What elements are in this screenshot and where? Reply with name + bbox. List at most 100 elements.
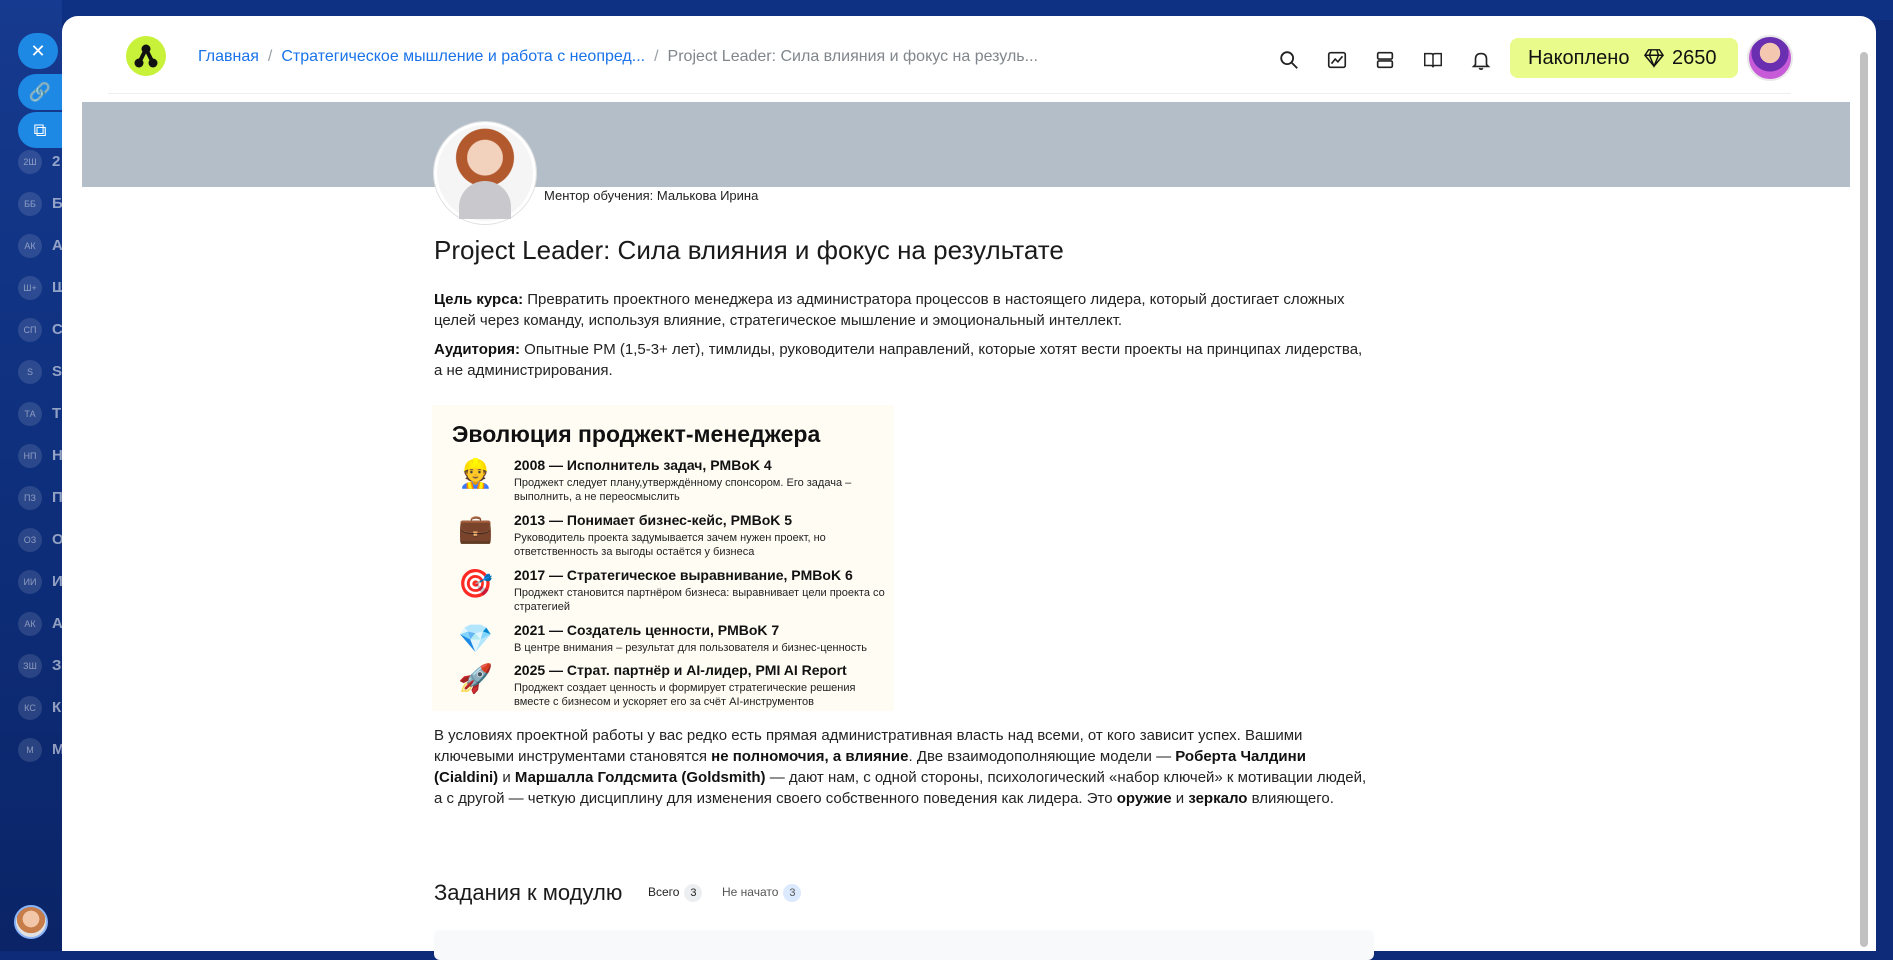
- tab-not-started[interactable]: Не начато 3: [722, 884, 802, 902]
- sidebar-avatar[interactable]: КС: [18, 696, 42, 720]
- sidebar-avatar[interactable]: ТА: [18, 402, 42, 426]
- breadcrumb-home[interactable]: Главная: [198, 48, 259, 65]
- course-goal: Цель курса: Превратить проектного менедж…: [434, 289, 1374, 331]
- scrollbar[interactable]: [1860, 52, 1868, 947]
- accumulated-label: Накоплено: [1528, 47, 1630, 69]
- header-divider: [108, 93, 1791, 94]
- infographic-title: Эволюция проджект-менеджера: [452, 421, 821, 447]
- item-description: В центре внимания – результат для пользо…: [514, 642, 868, 654]
- item-description: Проджект становится партнёром бизнеса: в…: [514, 587, 885, 613]
- sidebar-avatar[interactable]: М: [18, 738, 42, 762]
- current-user-avatar[interactable]: [14, 905, 48, 939]
- sidebar-label: З: [52, 657, 62, 674]
- tab-all-label: Всего: [648, 885, 680, 899]
- course-panel: Главная / Стратегическое мышление и работа…: [62, 16, 1876, 951]
- count-badge: 3: [783, 884, 802, 902]
- sidebar-avatar[interactable]: S: [18, 360, 42, 384]
- body-bold: Маршалла Голдсмита (Goldsmith): [514, 769, 766, 786]
- header: Главная / Стратегическое мышление и работа…: [62, 16, 1876, 100]
- bell-icon: [1471, 52, 1491, 70]
- course-audience: Аудитория: Опытные PM (1,5-3+ лет), тимл…: [434, 339, 1374, 381]
- sidebar-label: М: [52, 741, 62, 758]
- sidebar-label: К: [52, 699, 62, 716]
- sidebar-avatar[interactable]: АК: [18, 612, 42, 636]
- sidebar-avatar[interactable]: ЗШ: [18, 654, 42, 678]
- count-badge: 3: [684, 884, 703, 902]
- task-card[interactable]: [434, 930, 1374, 960]
- sidebar-label: А: [52, 615, 62, 632]
- book-icon: [1424, 52, 1442, 68]
- item-heading: 2017 — Стратегическое выравнивание, PMBo…: [514, 567, 853, 583]
- sidebar-label: Т: [52, 405, 62, 422]
- body-bold: зеркало: [1188, 790, 1248, 807]
- sidebar-label: С: [52, 321, 62, 338]
- tab-all[interactable]: Всего 3: [648, 884, 703, 902]
- item-description: Проджект следует плану,утверждённому спо…: [514, 477, 852, 503]
- sidebar-label: Б: [52, 195, 62, 212]
- body-text: и: [498, 769, 515, 786]
- notifications-button[interactable]: [1467, 46, 1495, 74]
- close-icon: ✕: [30, 41, 46, 61]
- link-icon: 🔗: [28, 82, 52, 102]
- modules-button[interactable]: [1371, 46, 1399, 74]
- goal-label: Цель курса:: [434, 291, 524, 308]
- sidebar-label: П: [52, 489, 62, 506]
- layers-icon: [1376, 51, 1394, 69]
- sidebar-avatar[interactable]: Ш+: [18, 276, 42, 300]
- app-logo[interactable]: [126, 36, 166, 76]
- audience-label: Аудитория:: [434, 341, 520, 358]
- sidebar-label: И: [52, 573, 62, 590]
- diamond-icon: [1644, 49, 1664, 68]
- audience-text: Опытные PM (1,5-3+ лет), тимлиды, руково…: [434, 341, 1363, 379]
- body-paragraph: В условиях проектной работы у вас редко …: [434, 725, 1374, 809]
- breadcrumb-course[interactable]: Стратегическое мышление и работа с неопр…: [281, 48, 645, 65]
- library-button[interactable]: [1419, 46, 1447, 74]
- item-heading: 2008 — Исполнитель задач, PMBoK 4: [514, 457, 772, 473]
- item-heading: 2013 — Понимает бизнес-кейс, PMBoK 5: [514, 512, 793, 528]
- body-bold: оружие: [1116, 790, 1172, 807]
- sidebar-avatar[interactable]: ИИ: [18, 570, 42, 594]
- page-title: Project Leader: Сила влияния и фокус на …: [434, 235, 1064, 265]
- user-avatar[interactable]: [1747, 35, 1793, 81]
- item-description: Руководитель проекта задумывается зачем …: [514, 532, 826, 558]
- breadcrumb-current: Project Leader: Сила влияния и фокус на …: [667, 48, 1038, 65]
- sidebar-label: 2: [52, 153, 61, 170]
- tab-not-started-label: Не начато: [722, 885, 779, 899]
- sidebar-avatar[interactable]: ПЗ: [18, 486, 42, 510]
- stats-button[interactable]: [1323, 46, 1351, 74]
- search-icon: [1280, 51, 1298, 69]
- tasks-title: Задания к модулю: [434, 880, 623, 905]
- sidebar-label: Ш: [52, 279, 62, 296]
- chart-icon: [1327, 51, 1347, 69]
- accumulated-value: 2650: [1672, 47, 1717, 69]
- sidebar-avatar[interactable]: ББ: [18, 192, 42, 216]
- sidebar-label: О: [52, 531, 62, 548]
- search-button[interactable]: [1275, 46, 1303, 74]
- breadcrumb: Главная / Стратегическое мышление и работа…: [198, 48, 1038, 65]
- sidebar-label: А: [52, 237, 62, 254]
- close-button[interactable]: ✕: [18, 33, 58, 69]
- item-heading: 2021 — Создатель ценности, PMBoK 7: [514, 622, 780, 638]
- evolution-infographic: Эволюция проджект-менеджера 👷 2008 — Исп…: [432, 405, 894, 711]
- target-icon: 🎯: [458, 568, 493, 599]
- sidebar-avatar[interactable]: АК: [18, 234, 42, 258]
- copy-link-button[interactable]: 🔗: [18, 74, 62, 110]
- goal-text: Превратить проектного менеджера из админ…: [434, 291, 1345, 329]
- briefcase-icon: 💼: [458, 513, 493, 544]
- open-external-button[interactable]: ⧉: [18, 112, 62, 148]
- sidebar-avatar[interactable]: ОЗ: [18, 528, 42, 552]
- accumulated-points[interactable]: Накоплено 2650: [1510, 38, 1738, 78]
- sidebar-avatar[interactable]: НП: [18, 444, 42, 468]
- sidebar-label: Н: [52, 447, 62, 464]
- sidebar-avatar[interactable]: СП: [18, 318, 42, 342]
- mentor-avatar: [434, 122, 536, 224]
- item-heading: 2025 — Страт. партнёр и AI-лидер, PMI AI…: [514, 662, 847, 678]
- sidebar-avatar[interactable]: 2Ш: [18, 150, 42, 174]
- external-link-icon: ⧉: [33, 120, 47, 140]
- item-description: Проджект создает ценность и формирует ст…: [514, 682, 856, 708]
- course-cover: [82, 102, 1850, 187]
- gem-icon: 💎: [458, 623, 493, 654]
- body-bold: не полномочия, а влияние: [711, 748, 909, 765]
- sidebar-label: S: [52, 363, 62, 380]
- body-text: влияющего.: [1247, 790, 1334, 807]
